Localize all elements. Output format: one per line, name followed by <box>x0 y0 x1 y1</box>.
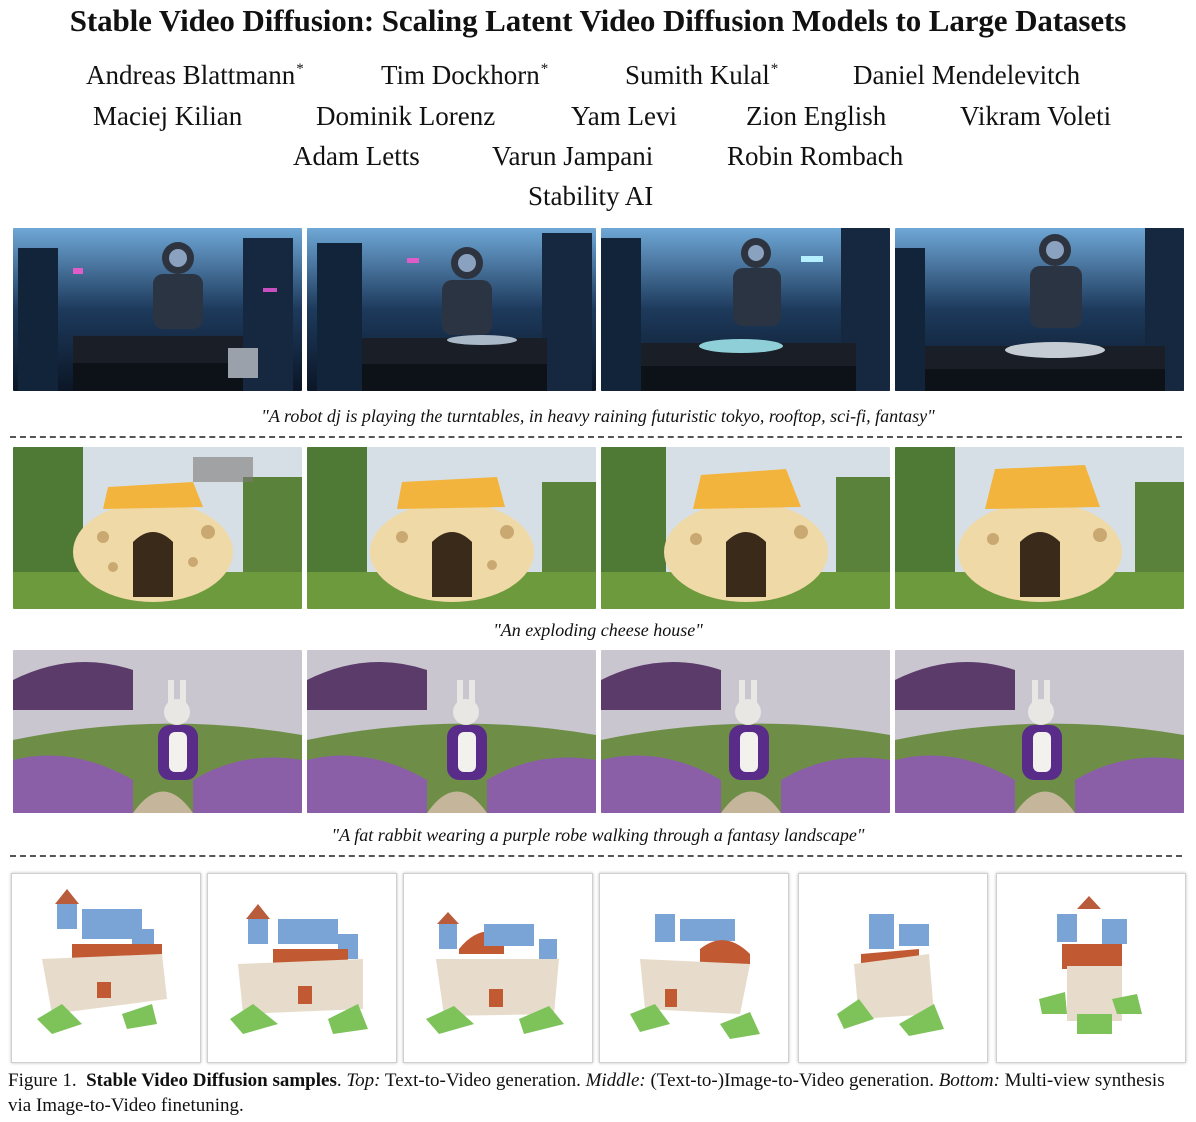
castle-view <box>996 873 1186 1063</box>
cheese-house-frame <box>895 447 1184 609</box>
rabbit-frame <box>13 650 302 813</box>
rabbit-frame <box>307 650 596 813</box>
robot-dj-frame <box>895 228 1184 391</box>
author-name: Vikram Voleti <box>960 101 1112 131</box>
dashed-divider <box>10 436 1182 438</box>
author-name: Varun Jampani <box>492 141 654 171</box>
castle-view <box>403 873 593 1063</box>
affiliation: Stability AI <box>528 181 654 211</box>
author-name: Maciej Kilian <box>93 101 243 131</box>
paper-title: Stable Video Diffusion: Scaling Latent V… <box>69 3 1127 38</box>
author-name: Robin Rombach <box>727 141 904 171</box>
author-name: Daniel Mendelevitch <box>853 60 1081 90</box>
author-name: Zion English <box>746 101 887 131</box>
castle-view <box>207 873 397 1063</box>
dashed-divider <box>10 855 1182 857</box>
rabbit-frame <box>601 650 890 813</box>
cheese-house-frame <box>601 447 890 609</box>
author-name: Sumith Kulal* <box>625 60 779 90</box>
cheese-house-frame <box>307 447 596 609</box>
author-name: Tim Dockhorn* <box>381 60 549 90</box>
robot-dj-frame <box>13 228 302 391</box>
castle-view <box>798 873 988 1063</box>
row-caption: "A robot dj is playing the turntables, i… <box>261 406 935 426</box>
row-caption: "A fat rabbit wearing a purple robe walk… <box>331 825 865 845</box>
cheese-house-frame <box>13 447 302 609</box>
row-caption: "An exploding cheese house" <box>493 620 703 640</box>
figure-caption: Figure 1. Stable Video Diffusion samples… <box>8 1070 1165 1116</box>
rabbit-frame <box>895 650 1184 813</box>
robot-dj-frame <box>307 228 596 391</box>
author-name: Dominik Lorenz <box>316 101 496 131</box>
castle-view <box>11 873 201 1063</box>
author-name: Yam Levi <box>571 101 678 131</box>
robot-dj-frame <box>601 228 890 391</box>
author-name: Andreas Blattmann* <box>86 60 304 90</box>
castle-view <box>599 873 789 1063</box>
author-name: Adam Letts <box>293 141 420 171</box>
